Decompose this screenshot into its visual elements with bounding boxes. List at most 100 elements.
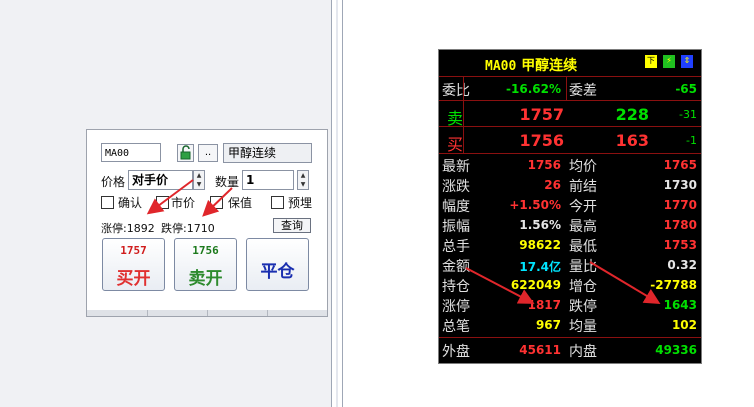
lock-icon xyxy=(180,145,191,160)
flash-order-button[interactable]: ⚡ xyxy=(663,55,675,68)
ask-change: -31 xyxy=(679,108,697,121)
quote-row-value: 1780 xyxy=(663,218,697,232)
footer-divider xyxy=(267,310,268,316)
quote-row-label: 持仓 xyxy=(442,279,470,295)
quote-row-value: 622049 xyxy=(510,278,561,292)
quote-row-value: 1765 xyxy=(663,158,697,172)
confirm-checkbox[interactable] xyxy=(101,196,114,209)
contract-code-input[interactable]: MA00 xyxy=(101,143,161,162)
quote-panel: MA00 甲醇连续 下 ⚡ ⇕ 委比 -16.62% 委差 -65 卖 1757… xyxy=(438,49,702,364)
quote-row-value: 1817 xyxy=(527,298,561,312)
quote-row-label: 均量 xyxy=(569,319,597,335)
quote-row-value: 26 xyxy=(544,178,561,192)
weicha-label: 委差 xyxy=(569,83,597,99)
buy-open-price: 1757 xyxy=(120,244,147,257)
quote-row-label: 均价 xyxy=(569,159,597,175)
quote-row-label: 最高 xyxy=(569,219,597,235)
inner-value: 49336 xyxy=(655,343,697,357)
quote-row-value: +1.50% xyxy=(509,198,561,212)
quote-row-label: 振幅 xyxy=(442,219,470,235)
weibi-value: -16.62% xyxy=(506,82,561,96)
price-label: 价格 xyxy=(101,175,126,189)
toggle-panel-button[interactable]: ⇕ xyxy=(681,55,693,68)
divider xyxy=(439,76,701,77)
quote-row-label: 前结 xyxy=(569,179,597,195)
quote-row-value: 1.56% xyxy=(519,218,561,232)
bid-label: 买 xyxy=(447,135,464,154)
quote-row-label: 今开 xyxy=(569,199,597,215)
quote-row-label: 增仓 xyxy=(569,279,597,295)
contract-name: 甲醇连续 xyxy=(223,143,312,163)
pane-splitter[interactable] xyxy=(331,0,343,407)
quote-row-label: 总笔 xyxy=(442,319,470,335)
price-spinner[interactable]: ▲ ▼ xyxy=(193,170,205,190)
quote-row-value: 1753 xyxy=(663,238,697,252)
quote-row-label: 涨跌 xyxy=(442,179,470,195)
preset-checkbox[interactable] xyxy=(271,196,284,209)
weibi-label: 委比 xyxy=(442,83,470,99)
qty-label: 数量 xyxy=(215,175,240,189)
ask-volume: 228 xyxy=(615,105,649,124)
hedge-label: 保值 xyxy=(228,196,253,210)
quote-row-label: 幅度 xyxy=(442,199,470,215)
quote-row-value: 0.32 xyxy=(667,258,697,272)
divider xyxy=(439,126,701,127)
splitter-grip xyxy=(336,0,338,407)
order-down-button[interactable]: 下 xyxy=(645,55,657,68)
price-type-select[interactable]: 对手价 xyxy=(128,170,193,190)
query-button[interactable]: 查询 xyxy=(273,218,311,233)
bid-change: -1 xyxy=(686,134,697,147)
quote-row-value: -27788 xyxy=(650,278,697,292)
buy-open-label: 买开 xyxy=(116,269,151,289)
quote-row-value: 1730 xyxy=(663,178,697,192)
quote-row-value: 1756 xyxy=(527,158,561,172)
hedge-checkbox[interactable] xyxy=(210,196,223,209)
preset-label: 预埋 xyxy=(288,196,313,210)
quote-row-value: 1770 xyxy=(663,198,697,212)
close-position-button[interactable]: 平仓 xyxy=(246,238,309,291)
quote-row-value: 17.4亿 xyxy=(519,260,561,274)
divider xyxy=(463,76,464,154)
limit-up-text: 涨停:1892 xyxy=(101,222,155,235)
divider xyxy=(439,153,701,154)
divider xyxy=(439,337,701,338)
sell-open-price: 1756 xyxy=(192,244,219,257)
market-price-checkbox[interactable] xyxy=(156,196,169,209)
order-panel: MA00 .. 甲醇连续 价格 对手价 ▲ ▼ 数量 1 ▲ ▼ 确认 市价 保值 … xyxy=(86,129,328,317)
confirm-label: 确认 xyxy=(118,196,143,210)
qty-spinner[interactable]: ▲ ▼ xyxy=(297,170,309,190)
quote-row-value: 1643 xyxy=(663,298,697,312)
quote-row-label: 量比 xyxy=(569,259,597,275)
footer-divider xyxy=(147,310,148,316)
quote-row-value: 967 xyxy=(535,318,561,332)
more-button[interactable]: .. xyxy=(198,144,218,162)
quote-name: 甲醇连续 xyxy=(521,58,578,74)
bid-price: 1756 xyxy=(519,131,564,150)
divider xyxy=(439,100,701,101)
quote-row-label: 跌停 xyxy=(569,299,597,315)
inner-label: 内盘 xyxy=(569,344,597,360)
quote-row-value: 98622 xyxy=(519,238,561,252)
quote-row-label: 最新 xyxy=(442,159,470,175)
qty-input[interactable]: 1 xyxy=(242,170,294,190)
quote-row-label: 金额 xyxy=(442,259,470,275)
outer-value: 45611 xyxy=(519,343,561,357)
weicha-value: -65 xyxy=(675,82,697,96)
quote-row-label: 涨停 xyxy=(442,299,470,315)
market-price-label: 市价 xyxy=(171,196,196,210)
buy-open-button[interactable]: 1757 买开 xyxy=(102,238,165,291)
quote-row-value: 102 xyxy=(671,318,697,332)
sell-open-button[interactable]: 1756 卖开 xyxy=(174,238,237,291)
ask-price: 1757 xyxy=(519,105,564,124)
lock-button[interactable] xyxy=(177,144,194,162)
divider xyxy=(566,76,567,101)
close-position-label: 平仓 xyxy=(260,262,295,282)
quote-title: MA00 甲醇连续 xyxy=(485,55,577,75)
quote-row-label: 最低 xyxy=(569,239,597,255)
bid-volume: 163 xyxy=(615,131,649,150)
limit-down-text: 跌停:1710 xyxy=(161,222,215,235)
quote-row-label: 总手 xyxy=(442,239,470,255)
quote-code: MA00 xyxy=(485,59,517,74)
footer-divider xyxy=(207,310,208,316)
sell-open-label: 卖开 xyxy=(188,269,223,289)
